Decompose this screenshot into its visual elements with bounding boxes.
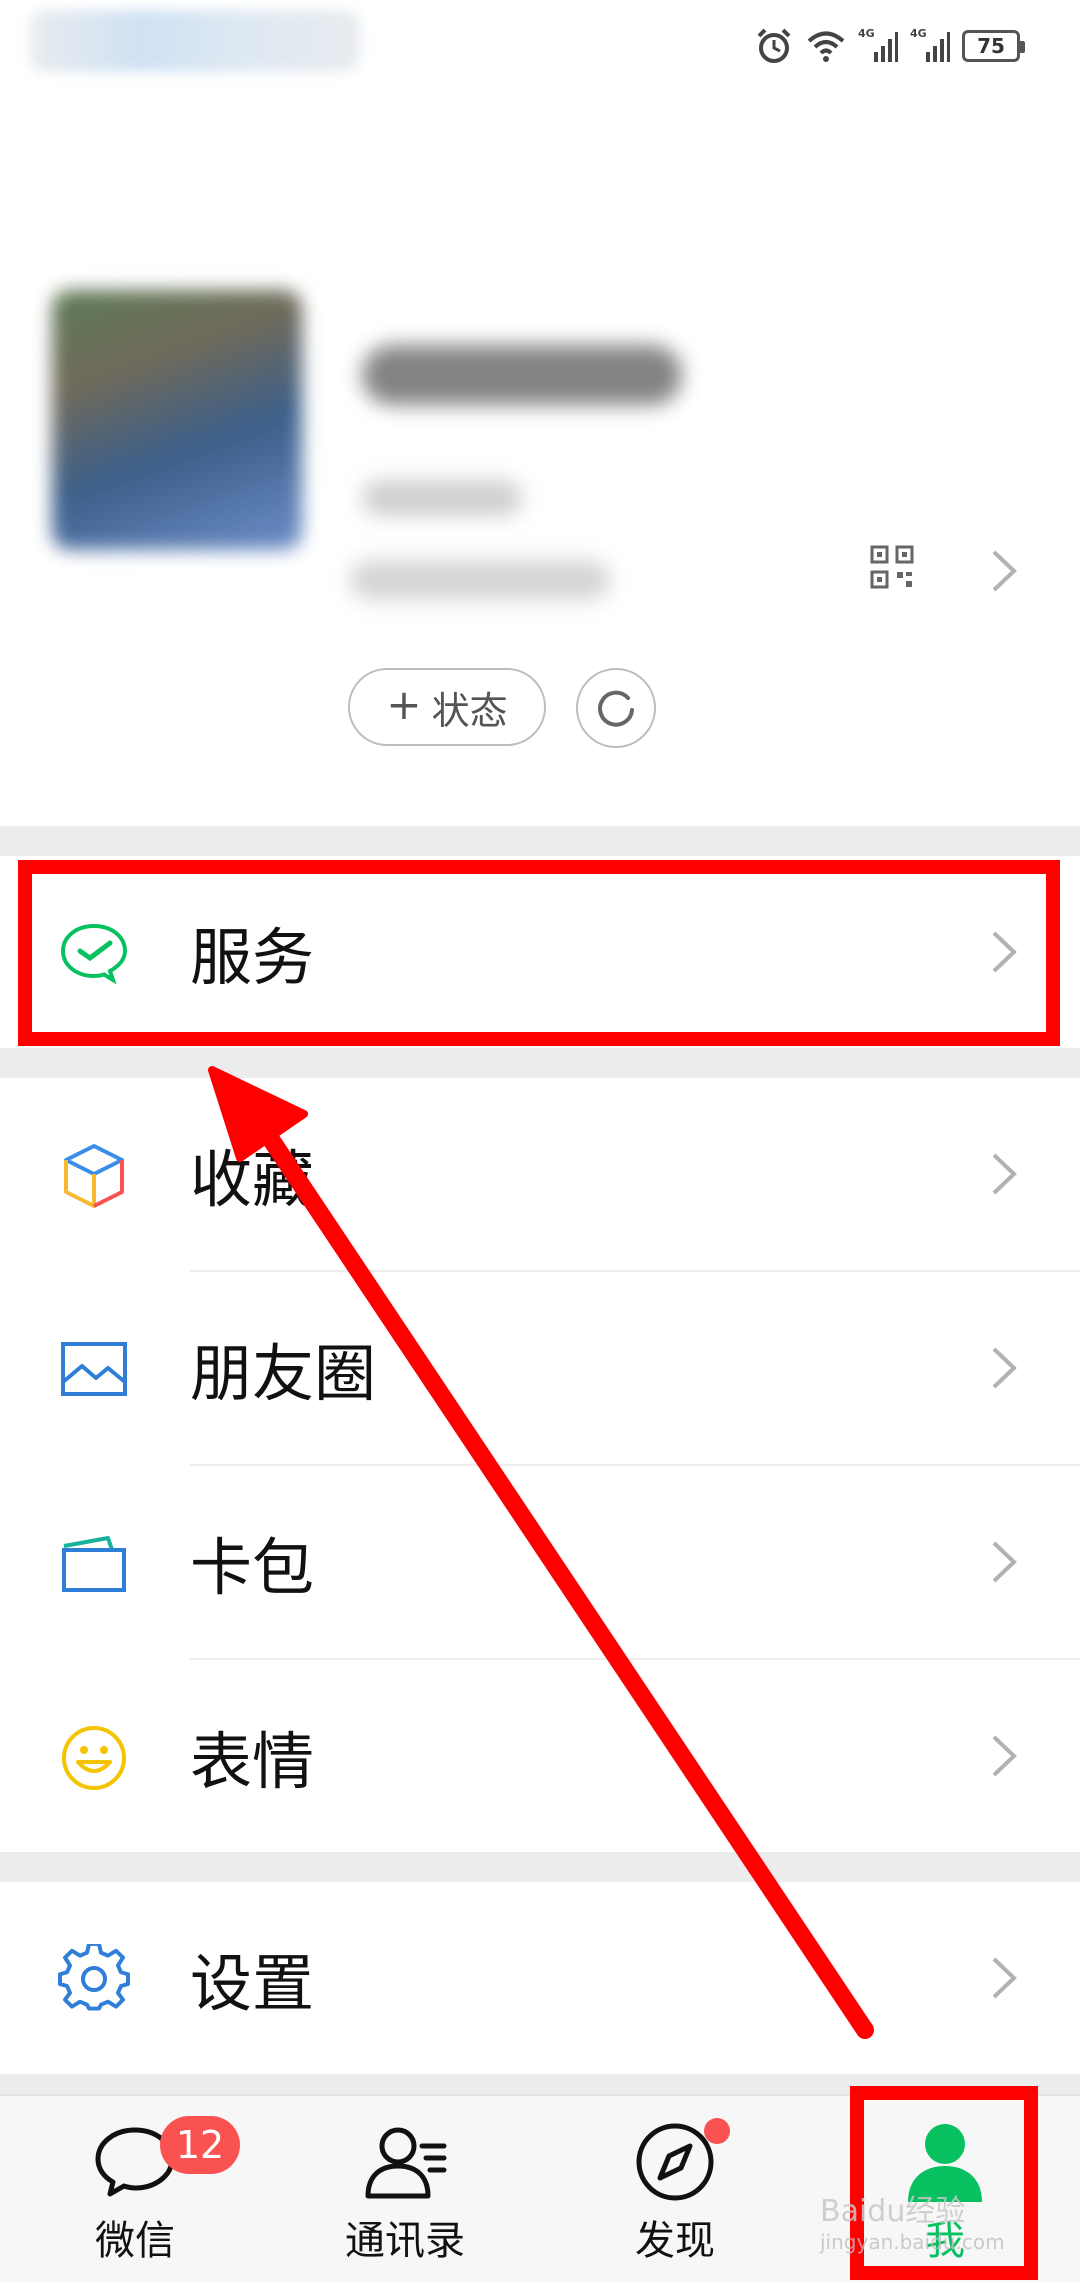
tab-label: 我 [925,2218,965,2264]
status-bar-blurred-info [30,10,360,72]
tab-discover[interactable]: 发现 [540,2096,810,2282]
signal-icon: 4G [858,27,898,62]
gear-icon [58,1944,130,2011]
menu-item-stickers[interactable]: 表情 [0,1660,1080,1852]
bottom-tab-bar: 12 微信 通讯录 发现 我 [0,2094,1080,2282]
wifi-icon [807,31,845,62]
tab-label: 微信 [95,2218,175,2264]
plus-icon: + [386,680,422,729]
menu-item-label: 卡包 [190,1531,315,1604]
profile-chevron-icon[interactable] [990,548,1018,594]
menu-item-label: 朋友圈 [190,1337,377,1410]
cube-favorites-icon [64,1144,124,1208]
chevron-right-icon [992,1153,1017,1195]
wechat-id-blurred [362,480,522,516]
chevron-right-icon [992,1957,1017,1999]
tab-label: 通讯录 [345,2218,465,2264]
section-gap [0,1852,1080,1882]
menu-item-label: 设置 [190,1947,315,2020]
card-wallet-icon [62,1536,126,1592]
menu-item-label: 服务 [190,921,315,994]
menu-item-label: 收藏 [190,1143,315,1216]
add-status-button[interactable]: + 状态 [348,668,546,746]
chevron-right-icon [992,1735,1017,1777]
section-gap [0,2074,1080,2094]
status-button-label: 状态 [431,688,508,733]
menu-item-favorites[interactable]: 收藏 [0,1078,1080,1270]
menu-item-moments[interactable]: 朋友圈 [0,1272,1080,1464]
menu-item-label: 表情 [190,1725,315,1798]
battery-indicator: 75 [962,30,1025,62]
image-moments-icon [61,1342,127,1396]
refresh-circle-icon [598,690,634,727]
chevron-right-icon [992,1347,1017,1389]
avatar[interactable] [52,290,302,550]
profile-name-blurred [362,345,682,405]
wechat-pay-icon [60,923,128,985]
status-bar-icons: 4G 4G 75 [754,22,1025,70]
tab-contacts[interactable]: 通讯录 [270,2096,540,2282]
tab-chats[interactable]: 12 微信 [0,2096,270,2282]
menu-item-cards[interactable]: 卡包 [0,1466,1080,1658]
section-gap [0,826,1080,856]
section-gap [0,1048,1080,1078]
signal-icon-2: 4G [910,27,950,62]
person-icon [908,2124,982,2202]
profile-extra-blurred [350,560,610,600]
menu-item-services[interactable]: 服务 [0,856,1080,1048]
contacts-icon [365,2127,447,2199]
status-history-button[interactable] [576,668,656,748]
network-label-1: 4G [858,27,875,40]
network-label-2: 4G [910,27,927,40]
chevron-right-icon [992,931,1017,973]
smiley-icon [62,1726,126,1790]
unread-badge: 12 [160,2116,240,2174]
tab-me[interactable]: 我 [810,2096,1080,2282]
discover-notification-dot [704,2118,730,2144]
alarm-icon [757,28,791,63]
chevron-right-icon [992,1541,1017,1583]
qr-code-icon[interactable] [870,545,914,589]
tab-label: 发现 [635,2218,715,2264]
menu-item-settings[interactable]: 设置 [0,1882,1080,2074]
